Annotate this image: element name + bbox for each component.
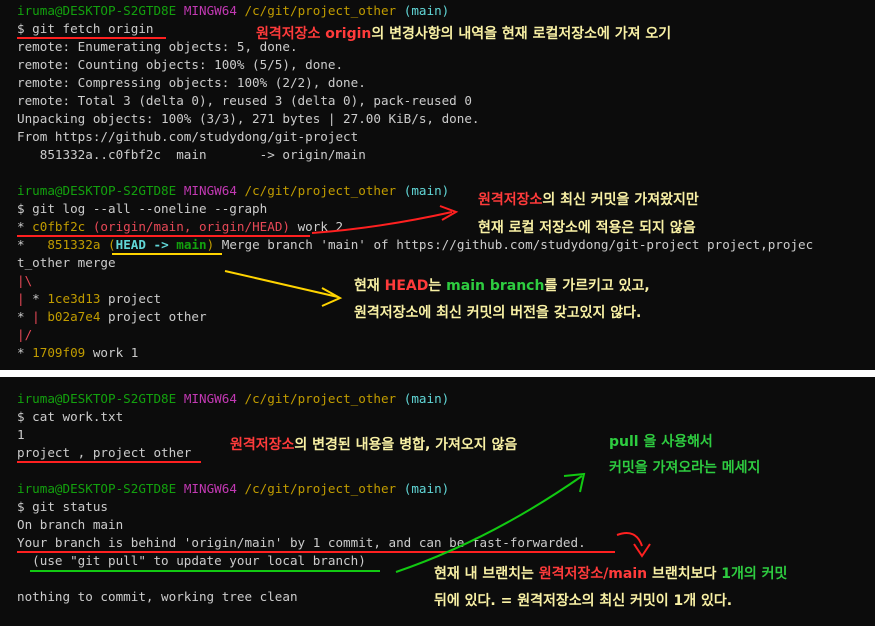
command-fetch: $ git fetch origin (17, 21, 154, 36)
graph-glyph: * (17, 219, 33, 234)
annotation-cat: 원격저장소의 변경된 내용을 병합, 가져오지 않음 (230, 435, 517, 455)
log-line: * | b02a7e4 project other (17, 308, 207, 326)
prompt-shell: MINGW64 (183, 481, 237, 496)
graph-glyph: * (17, 237, 48, 252)
commit-hash: 1ce3d13 (47, 291, 101, 306)
prompt-line: iruma@DESKTOP-S2GTD8E MINGW64 /c/git/pro… (17, 182, 449, 200)
annotation-text: 브랜치보다 (647, 566, 722, 582)
prompt-shell: MINGW64 (183, 3, 237, 18)
prompt-user: iruma@DESKTOP-S2GTD8E (17, 481, 177, 496)
annotation-highlight: 원격저장소 (478, 192, 543, 208)
annotation-highlight: HEAD (384, 278, 429, 294)
commit-message: work 2 (289, 219, 344, 234)
annotation-text: 를 가르키고 있고, (544, 278, 650, 294)
annotation-highlight: 원격저장소 origin (256, 26, 372, 42)
graph-glyph: * (32, 291, 48, 306)
commit-hash: 1709f09 (32, 345, 86, 360)
main-ref: main (176, 237, 207, 252)
commit-refs: (origin/main, origin/HEAD) (92, 219, 290, 234)
graph-glyph: | (32, 309, 48, 324)
prompt-shell: MINGW64 (183, 391, 237, 406)
annotation-pull-2: 커밋을 가져오라는 메세지 (609, 458, 760, 478)
graph-merge: |/ (17, 327, 33, 342)
prompt-shell: MINGW64 (183, 183, 237, 198)
commit-hash: c0fbf2c (32, 219, 86, 234)
prompt-line: iruma@DESKTOP-S2GTD8E MINGW64 /c/git/pro… (17, 2, 449, 20)
graph-branch: |\ (17, 273, 33, 288)
commit-hash: b02a7e4 (47, 309, 101, 324)
prompt-path: /c/git/project_other (244, 183, 397, 198)
command-cat: $ cat work.txt (17, 409, 124, 424)
annotation-text: 커밋을 가져오라는 메세지 (609, 460, 761, 476)
annotation-highlight: 1개의 커밋 (721, 566, 788, 582)
output-line: 851332a..c0fbf2c main -> origin/main (17, 147, 366, 162)
output-line: remote: Counting objects: 100% (5/5), do… (17, 57, 344, 72)
output-line: (use "git pull" to update your local bra… (17, 553, 366, 568)
commit-message: project (100, 291, 162, 306)
annotation-text: 현재 내 브랜치는 (434, 566, 539, 582)
commit-hash: 851332a (47, 237, 101, 252)
annotation-highlight: main branch (446, 278, 545, 294)
output-line: remote: Total 3 (delta 0), reused 3 (del… (17, 93, 472, 108)
annotation-text: 의 최신 커밋을 가져왔지만 (542, 192, 699, 208)
command-status: $ git status (17, 499, 108, 514)
terminal-panel-bottom[interactable]: iruma@DESKTOP-S2GTD8E MINGW64 /c/git/pro… (0, 377, 875, 626)
annotation-highlight: pull (609, 434, 639, 450)
annotation-highlight: 원격저장소/main (538, 566, 648, 582)
annotation-log-1: 원격저장소의 최신 커밋을 가져왔지만 (478, 190, 699, 210)
annotation-text: 의 변경사항의 내역을 현재 로컬저장소에 가져 오기 (371, 26, 672, 42)
prompt-line: iruma@DESKTOP-S2GTD8E MINGW64 /c/git/pro… (17, 480, 449, 498)
graph-glyph: | (17, 291, 33, 306)
graph-glyph: * (17, 345, 33, 360)
prompt-branch: (main) (403, 183, 450, 198)
prompt-branch: (main) (403, 3, 450, 18)
output-line: 1 (17, 427, 25, 442)
output-line: project , project other (17, 445, 192, 460)
log-line: * 1709f09 work 1 (17, 344, 138, 362)
annotation-head-2: 원격저장소에 최신 커밋의 버전을 갖고있지 않다. (354, 305, 642, 321)
output-line: On branch main (17, 517, 124, 532)
output-line: From https://github.com/studydong/git-pr… (17, 129, 359, 144)
commit-message: Merge branch 'main' of https://github.co… (214, 237, 814, 252)
commit-message: project other (100, 309, 207, 324)
command-log: $ git log --all --oneline --graph (17, 201, 268, 216)
annotation-highlight: 원격저장소 (230, 437, 295, 453)
terminal-panel-top[interactable]: iruma@DESKTOP-S2GTD8E MINGW64 /c/git/pro… (0, 0, 875, 370)
log-line: | * 1ce3d13 project (17, 290, 161, 308)
prompt-user: iruma@DESKTOP-S2GTD8E (17, 391, 177, 406)
prompt-user: iruma@DESKTOP-S2GTD8E (17, 183, 177, 198)
annotation-behind-1: 현재 내 브랜치는 원격저장소/main 브랜치보다 1개의 커밋 (434, 564, 787, 584)
prompt-path: /c/git/project_other (244, 3, 397, 18)
annotation-text: 의 변경된 내용을 병합, 가져오지 않음 (294, 437, 518, 453)
annotation-pull-1: pull 을 사용해서 (609, 432, 713, 452)
annotation-text: 현재 (354, 278, 385, 294)
graph-glyph: * (17, 309, 33, 324)
annotation-text: 는 (428, 278, 447, 294)
prompt-branch: (main) (403, 391, 450, 406)
refs-open: ( (108, 237, 116, 252)
log-line-wrap: t_other merge (17, 255, 116, 270)
output-line: Unpacking objects: 100% (3/3), 271 bytes… (17, 111, 480, 126)
annotation-log-2: 현재 로컬 저장소에 적용은 되지 않음 (478, 220, 696, 236)
annotation-text: 을 사용해서 (638, 434, 713, 450)
head-ref: HEAD -> (115, 237, 177, 252)
output-line: nothing to commit, working tree clean (17, 589, 298, 604)
annotation-fetch: 원격저장소 origin의 변경사항의 내역을 현재 로컬저장소에 가져 오기 (256, 24, 671, 44)
commit-message: work 1 (85, 345, 139, 360)
prompt-user: iruma@DESKTOP-S2GTD8E (17, 3, 177, 18)
log-line: * c0fbf2c (origin/main, origin/HEAD) wor… (17, 218, 343, 236)
output-line: Your branch is behind 'origin/main' by 1… (17, 535, 586, 550)
log-line: * 851332a (HEAD -> main) Merge branch 'm… (17, 236, 813, 254)
annotation-head-1: 현재 HEAD는 main branch를 가르키고 있고, (354, 276, 650, 296)
prompt-line: iruma@DESKTOP-S2GTD8E MINGW64 /c/git/pro… (17, 390, 449, 408)
annotation-behind-2: 뒤에 있다. = 원격저장소의 최신 커밋이 1개 있다. (434, 593, 733, 609)
prompt-path: /c/git/project_other (244, 481, 397, 496)
prompt-path: /c/git/project_other (244, 391, 397, 406)
output-line: remote: Compressing objects: 100% (2/2),… (17, 75, 366, 90)
prompt-branch: (main) (403, 481, 450, 496)
